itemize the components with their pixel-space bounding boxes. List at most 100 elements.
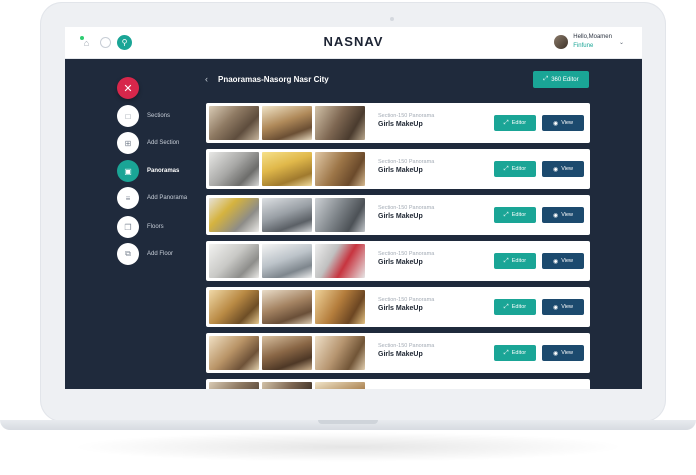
copy-plus-icon: ⧉ (117, 243, 139, 265)
panorama-row: Section-150 Panorama Girls MakeUp ⤢ Edito… (206, 333, 590, 373)
user-greeting: Hello,Moamen (573, 34, 612, 40)
square-icon: □ (117, 105, 139, 127)
close-button[interactable]: ✕ (117, 77, 139, 99)
panorama-row: Section-150 Panorama Girls MakeUp ⤢ Edito… (206, 103, 590, 143)
panorama-thumbnail[interactable] (209, 198, 259, 232)
sidebar-item-label: Panoramas (147, 168, 180, 174)
expand-icon: ⤢ (503, 211, 509, 218)
app-screen: ⌂ ⚲ NASNAV Hello,Moamen Finfune ⌄ ✕ □ Se… (65, 27, 642, 389)
expand-icon: ⤢ (543, 76, 549, 82)
view-label: View (561, 166, 574, 172)
panorama-thumbnail[interactable] (315, 290, 365, 324)
section-label: Section-150 Panorama (378, 297, 435, 303)
view-label: View (561, 120, 574, 126)
view-label: View (561, 350, 574, 356)
panorama-thumbnail[interactable] (315, 106, 365, 140)
panorama-thumbnail[interactable] (315, 336, 365, 370)
editor-label: Editor (511, 304, 527, 310)
back-arrow-icon[interactable]: ‹ (205, 74, 208, 84)
panorama-thumbnail[interactable] (315, 152, 365, 186)
panorama-row: Section-150 Panorama Girls MakeUp ⤢ Edito… (206, 149, 590, 189)
user-menu[interactable]: Hello,Moamen Finfune ⌄ (554, 33, 624, 51)
chevron-down-icon[interactable]: ⌄ (619, 39, 624, 46)
panorama-thumbnail[interactable] (209, 382, 259, 389)
panorama-name: Girls MakeUp (378, 167, 423, 174)
square-plus-icon: ⊞ (117, 132, 139, 154)
row-meta: Section-150 Panorama Girls MakeUp (378, 343, 434, 358)
panorama-thumbnail[interactable] (262, 382, 312, 389)
editor-button[interactable]: ⤢ Editor (494, 345, 536, 361)
eye-icon: ◉ (552, 166, 559, 173)
sidebar-item-label: Add Panorama (147, 195, 188, 201)
panorama-thumbnail[interactable] (209, 290, 259, 324)
panorama-thumbnail[interactable] (315, 198, 365, 232)
eye-icon: ◉ (552, 350, 559, 357)
view-button[interactable]: ◉ View (542, 253, 584, 269)
thumbnail-strip (209, 290, 365, 324)
view-button[interactable]: ◉ View (542, 115, 584, 131)
view-label: View (561, 304, 574, 310)
panorama-row-partial (206, 379, 590, 389)
thumbnail-strip (209, 106, 365, 140)
view-label: View (561, 258, 574, 264)
thumbnail-strip (209, 152, 365, 186)
panorama-thumbnail[interactable] (209, 106, 259, 140)
image-icon: ▣ (117, 160, 139, 182)
editor-label: Editor (511, 120, 527, 126)
view-button[interactable]: ◉ View (542, 207, 584, 223)
row-meta: Section-150 Panorama Girls MakeUp (378, 251, 434, 266)
panorama-thumbnail[interactable] (209, 336, 259, 370)
user-info: Hello,Moamen Finfune (573, 33, 612, 51)
editor-button[interactable]: ⤢ Editor (494, 207, 536, 223)
expand-icon: ⤢ (503, 349, 509, 356)
editor-button[interactable]: ⤢ Editor (494, 115, 536, 131)
panorama-thumbnail[interactable] (262, 244, 312, 278)
camera-dot (390, 17, 394, 21)
sidebar-item-floors[interactable]: ❐ Floors (117, 216, 164, 238)
editor-button[interactable]: ⤢ Editor (494, 299, 536, 315)
sidebar-item-label: Add Floor (147, 251, 174, 257)
laptop-mockup: ⌂ ⚲ NASNAV Hello,Moamen Finfune ⌄ ✕ □ Se… (0, 0, 696, 475)
thumbnail-strip (209, 382, 365, 389)
view-button[interactable]: ◉ View (542, 299, 584, 315)
panorama-row: Section-150 Panorama Girls MakeUp ⤢ Edito… (206, 287, 590, 327)
sidebar-item-sections[interactable]: □ Sections (117, 105, 170, 127)
panorama-row: Section-150 Panorama Girls MakeUp ⤢ Edito… (206, 241, 590, 281)
panorama-thumbnail[interactable] (262, 198, 312, 232)
user-role: Finfune (573, 43, 594, 49)
section-label: Section-150 Panorama (378, 113, 435, 119)
panorama-thumbnail[interactable] (262, 106, 312, 140)
row-meta: Section-150 Panorama Girls MakeUp (378, 159, 434, 174)
editor-label: Editor (511, 166, 527, 172)
copy-icon: ❐ (117, 216, 139, 238)
laptop-notch (318, 420, 378, 424)
360-editor-button[interactable]: ⤢ 360 Editor (533, 71, 589, 88)
sidebar-item-panoramas[interactable]: ▣ Panoramas (117, 160, 179, 182)
top-bar: ⌂ ⚲ NASNAV Hello,Moamen Finfune ⌄ (65, 27, 642, 59)
panorama-thumbnail[interactable] (209, 152, 259, 186)
panorama-name: Girls MakeUp (378, 121, 423, 128)
panorama-thumbnail[interactable] (262, 336, 312, 370)
eye-icon: ◉ (552, 304, 559, 311)
editor-button[interactable]: ⤢ Editor (494, 161, 536, 177)
section-label: Section-150 Panorama (378, 205, 435, 211)
view-button[interactable]: ◉ View (542, 345, 584, 361)
section-label: Section-150 Panorama (378, 251, 435, 257)
panorama-thumbnail[interactable] (315, 244, 365, 278)
panorama-thumbnail[interactable] (262, 152, 312, 186)
panorama-thumbnail[interactable] (315, 382, 365, 389)
sidebar-item-add-section[interactable]: ⊞ Add Section (117, 132, 179, 154)
panorama-thumbnail[interactable] (209, 244, 259, 278)
360-editor-label: 360 Editor (551, 76, 579, 83)
sidebar-item-add-floor[interactable]: ⧉ Add Floor (117, 243, 173, 265)
sidebar-item-add-panorama[interactable]: ≡ Add Panorama (117, 187, 187, 209)
eye-icon: ◉ (552, 120, 559, 127)
view-button[interactable]: ◉ View (542, 161, 584, 177)
panorama-thumbnail[interactable] (262, 290, 312, 324)
section-label: Section-150 Panorama (378, 343, 435, 349)
sidebar-item-label: Sections (147, 113, 171, 119)
row-meta: Section-150 Panorama Girls MakeUp (378, 113, 434, 128)
avatar[interactable] (554, 35, 569, 49)
editor-button[interactable]: ⤢ Editor (494, 253, 536, 269)
eye-icon: ◉ (552, 212, 559, 219)
